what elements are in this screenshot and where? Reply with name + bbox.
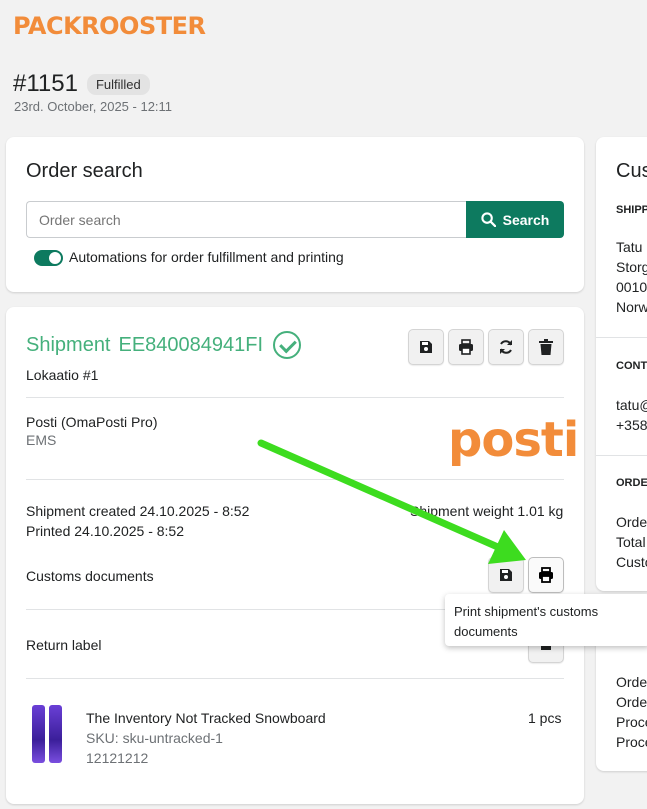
shipping-heading: SHIPP (616, 204, 647, 216)
order-line: Total (616, 534, 646, 550)
automation-line: Orde (616, 674, 647, 690)
carrier-name: Posti (OmaPosti Pro) (26, 414, 158, 430)
refresh-shipment-button[interactable] (488, 329, 524, 365)
snowboard-image (49, 705, 62, 763)
divider (26, 397, 564, 398)
contact-heading: CONT (616, 360, 647, 372)
posti-logo: posti (448, 412, 579, 468)
order-line: Custo (616, 554, 647, 570)
status-badge: Fulfilled (86, 73, 150, 95)
print-shipment-button[interactable] (448, 329, 484, 365)
product-barcode: 12121212 (86, 750, 149, 766)
save-icon (500, 569, 512, 581)
search-button-label: Search (502, 211, 550, 228)
order-number: #1151 (13, 70, 78, 97)
return-label-label: Return label (26, 637, 102, 653)
check-circle-icon (273, 331, 302, 359)
address-line: Tatu (616, 239, 643, 255)
order-line: Orde (616, 514, 647, 530)
save-shipment-button[interactable] (408, 329, 444, 365)
product-name[interactable]: The Inventory Not Tracked Snowboard (86, 710, 326, 726)
save-customs-button[interactable] (488, 557, 524, 593)
order-search-input[interactable] (26, 201, 467, 238)
address-line: Norw (616, 299, 647, 315)
print-icon (459, 339, 473, 355)
automations-toggle[interactable] (34, 250, 63, 266)
search-icon (481, 212, 496, 227)
refresh-icon (500, 340, 512, 354)
automation-line: Proce (616, 714, 647, 730)
order-header: #1151 Fulfilled (13, 70, 150, 98)
product-image (32, 705, 66, 763)
address-line: 0010 (616, 279, 647, 295)
contact-phone: +358 (616, 417, 647, 433)
automations-toggle-label: Automations for order fulfillment and pr… (69, 249, 344, 265)
shipment-weight: Shipment weight 1.01 kg (410, 503, 564, 519)
shipment-printed: Printed 24.10.2025 - 8:52 (26, 523, 185, 539)
shipment-location: Lokaatio #1 (26, 367, 99, 383)
order-date: 23rd. October, 2025 - 12:11 (14, 99, 173, 114)
print-icon (539, 567, 553, 583)
shipment-title-prefix: Shipment (26, 333, 111, 356)
divider (596, 337, 647, 338)
order-search-title: Order search (26, 160, 143, 182)
trash-icon (539, 339, 553, 355)
automation-line: Orde (616, 694, 647, 710)
print-customs-tooltip: Print shipment's customs documents (445, 594, 647, 646)
shipment-card: Shipment EE840084941FI Lokaatio #1 Posti… (6, 307, 584, 804)
product-sku: SKU: sku-untracked-1 (86, 730, 223, 746)
delete-shipment-button[interactable] (528, 329, 564, 365)
automation-line: Proce (616, 734, 647, 750)
product-quantity: 1 pcs (528, 710, 562, 726)
divider (596, 455, 647, 456)
search-button[interactable]: Search (466, 201, 564, 238)
divider (26, 678, 564, 679)
carrier-service: EMS (26, 432, 57, 448)
customs-documents-label: Customs documents (26, 568, 154, 584)
shipment-created: Shipment created 24.10.2025 - 8:52 (26, 503, 250, 519)
order-search-card: Order search Search Automations for orde… (6, 137, 584, 292)
customer-card: Cus SHIPP Tatu Storg 0010 Norw CONT tatu… (596, 137, 647, 591)
contact-email[interactable]: tatu@ (616, 397, 647, 413)
address-line: Storg (616, 259, 647, 275)
divider (26, 479, 564, 480)
order-heading: ORDE (616, 477, 647, 489)
tracking-number[interactable]: EE840084941FI (119, 334, 264, 357)
save-icon (420, 341, 432, 353)
shipment-title: Shipment EE840084941FI (26, 331, 302, 359)
packrooster-logo: PACKROOSTER (13, 12, 206, 40)
print-customs-button[interactable] (528, 557, 564, 593)
customer-card-title: Cus (616, 160, 647, 182)
snowboard-image (32, 705, 45, 763)
